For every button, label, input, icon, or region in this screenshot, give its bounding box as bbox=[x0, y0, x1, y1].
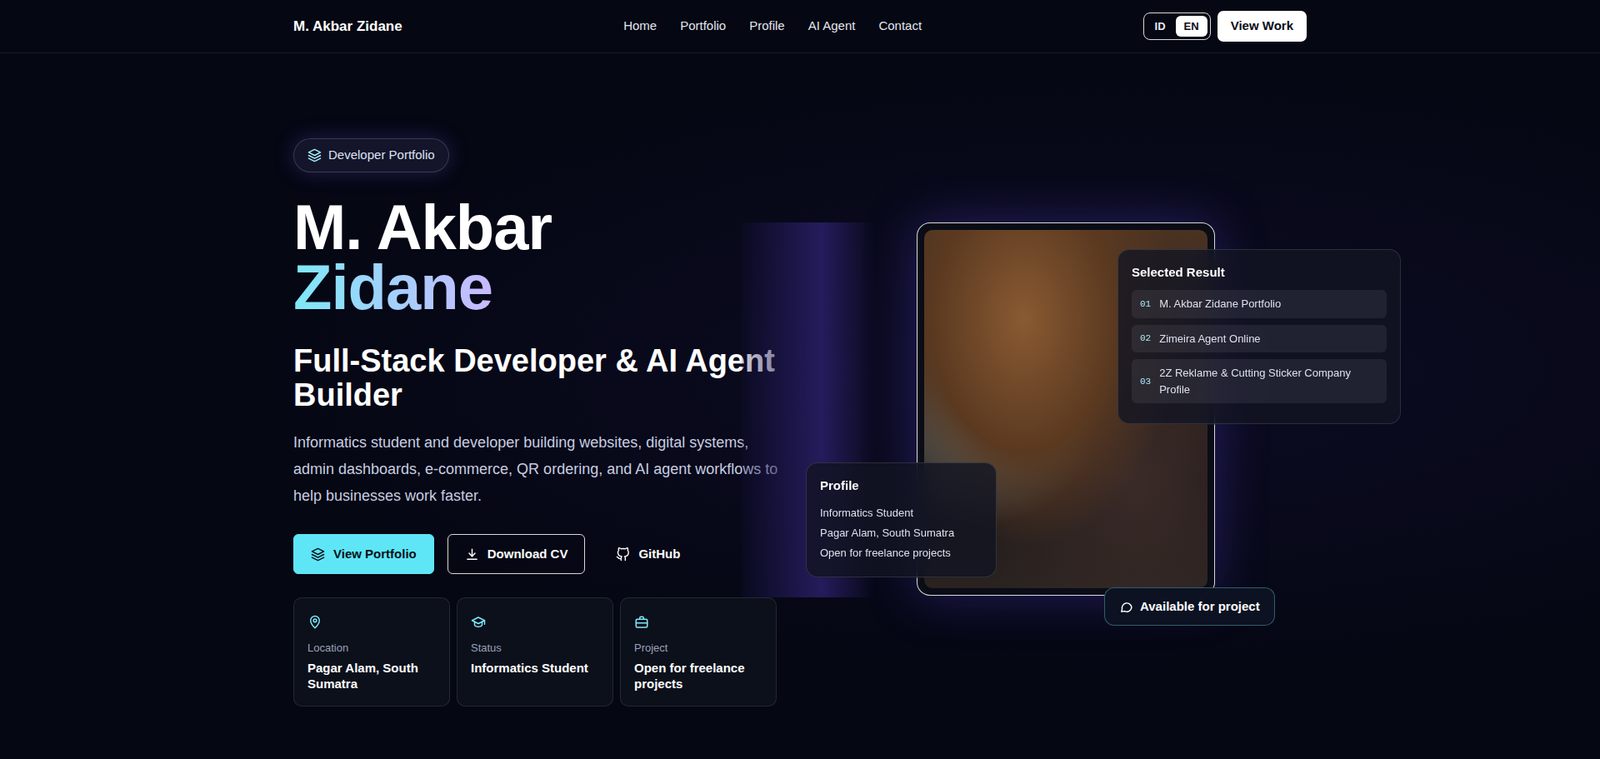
profile-line: Pagar Alam, South Sumatra bbox=[820, 523, 983, 544]
location-pin-icon bbox=[307, 615, 323, 630]
profile-line: Informatics Student bbox=[820, 503, 983, 524]
nav-link[interactable]: Profile bbox=[749, 16, 785, 36]
result-item[interactable]: 01 M. Akbar Zidane Portfolio bbox=[1131, 290, 1387, 319]
result-label: 2Z Reklame & Cutting Sticker Company Pro… bbox=[1159, 365, 1379, 398]
layers-icon bbox=[307, 148, 322, 163]
language-option[interactable]: ID bbox=[1146, 15, 1175, 38]
card-title: Profile bbox=[820, 476, 983, 496]
nav-link[interactable]: Home bbox=[623, 16, 657, 36]
result-number: 03 bbox=[1140, 375, 1151, 390]
brand[interactable]: M. Akbar Zidane bbox=[293, 15, 403, 38]
hero-right: Selected Result01M. Akbar Zidane Portfol… bbox=[800, 214, 1307, 631]
briefcase-icon bbox=[634, 615, 650, 630]
download-icon bbox=[465, 547, 480, 562]
availability-pill[interactable]: Available for project bbox=[1104, 587, 1275, 627]
hero-buttons: View Portfolio Download CV GitHub bbox=[293, 534, 800, 575]
badge-text: Developer Portfolio bbox=[328, 145, 435, 165]
result-number: 01 bbox=[1140, 297, 1151, 312]
hero-title: M. AkbarZidane bbox=[293, 197, 800, 323]
info-card: Project Open for freelance projects bbox=[620, 597, 777, 707]
download-cv-button[interactable]: Download CV bbox=[447, 534, 586, 575]
hero-badge: Developer Portfolio bbox=[293, 138, 450, 173]
language-toggle: IDEN bbox=[1143, 12, 1211, 41]
result-number: 02 bbox=[1140, 331, 1151, 346]
layers-icon bbox=[310, 547, 325, 562]
info-label: Status bbox=[470, 640, 600, 657]
result-label: M. Akbar Zidane Portfolio bbox=[1159, 295, 1281, 313]
selected-result-card: Selected Result 01 M. Akbar Zidane Portfol… bbox=[1117, 249, 1401, 425]
language-option[interactable]: EN bbox=[1175, 15, 1208, 38]
title-highlight: Zidane bbox=[293, 257, 493, 323]
hero-inner: Developer Portfolio M. AkbarZidane Full-St… bbox=[283, 138, 1317, 707]
showcase: Selected Result01M. Akbar Zidane Portfol… bbox=[800, 214, 1307, 631]
nav-link[interactable]: AI Agent bbox=[808, 16, 856, 36]
hero-row: Developer Portfolio M. AkbarZidane Full-St… bbox=[293, 138, 1307, 707]
hero-subtitle: Full-Stack Developer & AI Agent Builder bbox=[293, 344, 794, 413]
title-line-wrap: Zidane bbox=[293, 257, 800, 323]
navbar-inner: M. Akbar Zidane Home Portfolio Profile AI Ag… bbox=[283, 10, 1317, 42]
info-card: Location Pagar Alam, South Sumatra bbox=[293, 597, 450, 707]
view-portfolio-button[interactable]: View Portfolio bbox=[293, 534, 435, 575]
graduation-cap-icon bbox=[470, 615, 486, 630]
nav-actions: IDENView Work bbox=[1143, 10, 1307, 42]
result-label: Zimeira Agent Online bbox=[1159, 330, 1260, 348]
profile-line: Open for freelance projects bbox=[820, 543, 983, 564]
github-button[interactable]: GitHub bbox=[598, 534, 698, 575]
nav-links: Home Portfolio Profile AI Agent Contact bbox=[623, 16, 922, 36]
hero-description: Informatics student and developer buildi… bbox=[293, 429, 785, 510]
card-title: Selected Result bbox=[1131, 263, 1387, 283]
chat-bubble-icon bbox=[1119, 600, 1134, 615]
info-label: Location bbox=[307, 640, 436, 657]
info-value: Pagar Alam, South Sumatra bbox=[307, 660, 436, 693]
nav-link[interactable]: Contact bbox=[878, 16, 922, 36]
availability-text: Available for project bbox=[1140, 597, 1260, 617]
button-label: Download CV bbox=[487, 545, 569, 565]
navbar: M. Akbar Zidane Home Portfolio Profile AI Ag… bbox=[0, 0, 1600, 54]
profile-card: Profile Informatics StudentPagar Alam, So… bbox=[805, 462, 997, 579]
button-label: GitHub bbox=[638, 545, 680, 565]
hero-left: Developer Portfolio M. AkbarZidane Full-St… bbox=[293, 138, 800, 707]
button-label: View Portfolio bbox=[333, 545, 417, 565]
github-icon bbox=[615, 547, 630, 562]
info-label: Project bbox=[634, 640, 763, 657]
info-value: Open for freelance projects bbox=[634, 660, 763, 693]
result-item[interactable]: 02 Zimeira Agent Online bbox=[1131, 325, 1387, 354]
view-work-button[interactable]: View Work bbox=[1217, 10, 1307, 42]
info-value: Informatics Student bbox=[470, 660, 600, 677]
info-cards: Location Pagar Alam, South Sumatra Status I… bbox=[293, 594, 800, 707]
info-card: Status Informatics Student bbox=[456, 597, 614, 707]
hero: Developer Portfolio M. AkbarZidane Full-St… bbox=[0, 53, 1600, 759]
result-item[interactable]: 03 2Z Reklame & Cutting Sticker Company P… bbox=[1131, 359, 1387, 404]
nav-link[interactable]: Portfolio bbox=[680, 16, 726, 36]
title-line: M. Akbar bbox=[293, 197, 800, 258]
page: M. Akbar Zidane Home Portfolio Profile AI Ag… bbox=[0, 0, 1600, 759]
